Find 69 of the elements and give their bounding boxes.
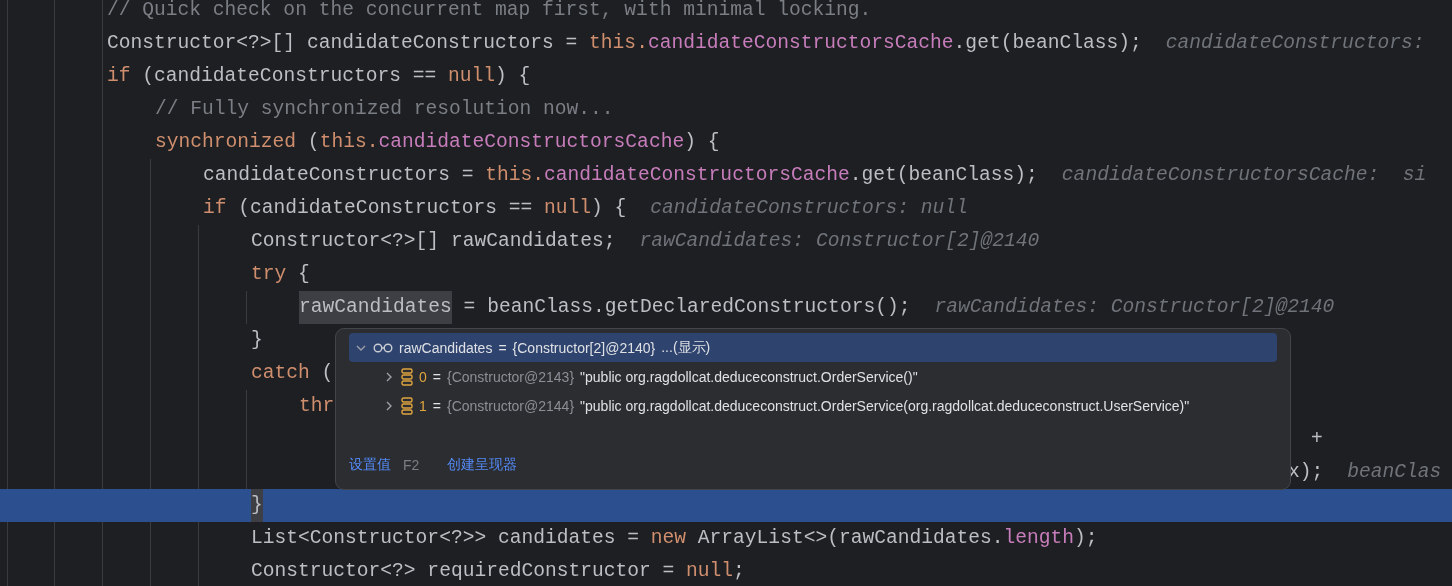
code-token: if [203,196,227,221]
code-token: (candidateConstructors == [237,196,534,221]
code-comment: // Quick check on the concurrent map first, with minimal locking. [107,0,872,23]
code-token: candidateConstructorsCache [647,31,954,56]
code-token: thr [299,394,335,419]
variable-name: 0 [419,368,427,385]
variable-row[interactable]: rawCandidates = {Constructor[2]@2140} ...(显示) [349,333,1277,362]
code-token: this. [485,163,544,188]
code-token: Constructor<?> requiredConstructor = [251,559,676,584]
variable-type: {Constructor[2]@2140} [512,339,656,356]
code-token: null [686,559,734,584]
inline-value-hint: candidateConstructors: [1165,31,1425,56]
code-comment: // Fully synchronized resolution now... [155,97,614,122]
popup-action-link[interactable]: 设置值 [349,456,391,474]
code-token: this. [589,31,648,56]
stack-icon [401,367,413,386]
shortcut-hint: F2 [403,457,420,473]
code-token: candidateConstructorsCache [544,163,850,188]
variable-row[interactable]: 1 = {Constructor@2144} "public org.ragdollcat.deduceconstruct.OrderService(org.ragdollcat.deduceconstruct.UserService)" [349,391,1277,420]
code-token: } [251,328,263,353]
inline-value-hint: candidateConstructorsCache: si [1061,163,1427,188]
code-token: new [650,526,687,551]
glasses-icon [373,342,393,353]
variable-type: {Constructor@2144} [447,397,575,414]
variable-value: "public org.ragdollcat.deduceconstruct.OrderService()" [580,368,918,385]
code-token: rawCandidates [299,291,452,324]
popup-action-link[interactable]: 创建呈现器 [447,456,518,474]
equals-sign: = [432,397,441,414]
equals-sign: = [498,339,507,356]
code-token: length [1003,526,1075,551]
variable-name: 1 [419,397,427,414]
code-token: Constructor<?>[] candidateConstructors = [107,31,579,56]
code-token: } [251,489,263,522]
variable-value: "public org.ragdollcat.deduceconstruct.OrderService(org.ragdollcat.deduceconstruct.UserService)" [580,397,1190,414]
code-token: .get(beanClass); [849,163,1038,188]
inline-value-hint: rawCandidates: Constructor[2]@2140 [639,229,1040,254]
code-token: ArrayList<>(rawCandidates. [696,526,1004,551]
inline-value-hint: rawCandidates: Constructor[2]@2140 [934,295,1335,320]
code-token: ) { [684,130,720,155]
code-token: synchronized [155,130,297,155]
equals-sign: = [432,368,441,385]
code-token: { [297,262,310,287]
variable-value: ...(显示) [661,338,711,357]
code-token: candidateConstructorsCache [378,130,685,155]
code-token: ( [320,361,334,386]
code-token: ); [1074,526,1098,551]
stack-icon [401,396,413,415]
code-token: = beanClass.getDeclaredConstructors(); [462,295,911,320]
inline-value-hint: candidateConstructors: null [650,196,968,221]
code-token: ; [733,559,745,584]
code-token: ( [306,130,320,155]
variable-type: {Constructor@2143} [447,368,575,385]
inline-value-hint: beanClas [1347,460,1442,485]
variable-row[interactable]: 0 = {Constructor@2143} "public org.ragdollcat.deduceconstruct.OrderService()" [349,362,1277,391]
code-token: try [251,262,287,287]
code-token: null [448,64,496,89]
code-token: ) { [591,196,627,221]
code-token: + [1311,427,1323,452]
code-token: null [544,196,592,221]
code-token: ) { [495,64,531,89]
code-token: Constructor<?>[] rawCandidates; [251,229,616,254]
code-token: List<Constructor<?>> candidates = [251,526,641,551]
code-token: candidateConstructors = [203,163,475,188]
code-token: this. [319,130,379,155]
code-token: .get(beanClass); [953,31,1142,56]
code-token: catch [251,361,310,386]
variable-name: rawCandidates [399,339,493,356]
code-token: (candidateConstructors == [141,64,438,89]
code-token: if [107,64,131,89]
